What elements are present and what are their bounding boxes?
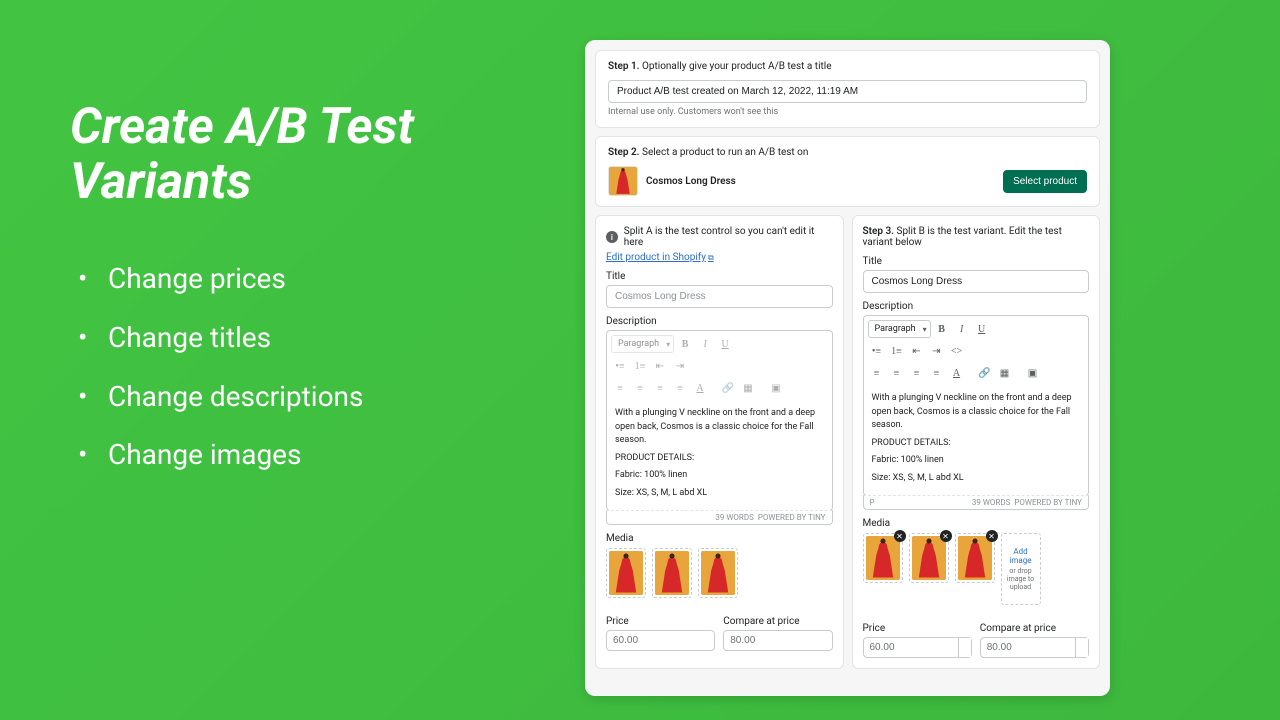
media-thumbnail[interactable]: ✕ — [909, 533, 949, 583]
step3-label: Step 3. — [863, 226, 895, 237]
promo-heading: Create A/B Test Variants — [70, 100, 550, 210]
align-justify-icon[interactable]: ≡ — [928, 364, 946, 382]
link-icon[interactable]: 🔗 — [976, 364, 994, 382]
app-panel: Step 1. Optionally give your product A/B… — [585, 40, 1110, 696]
price-label: Price — [606, 616, 715, 627]
bold-icon[interactable]: B — [933, 320, 951, 338]
align-left-icon[interactable]: ≡ — [868, 364, 886, 382]
align-left-icon: ≡ — [611, 379, 629, 397]
compare-price-label: Compare at price — [723, 616, 832, 627]
align-center-icon: ≡ — [631, 379, 649, 397]
step2-label: Step 2. — [608, 147, 640, 158]
italic-icon[interactable]: I — [953, 320, 971, 338]
test-title-input[interactable] — [608, 80, 1087, 103]
description-label: Description — [863, 301, 1090, 312]
remove-image-icon[interactable]: ✕ — [986, 530, 998, 542]
media-thumbnail — [698, 548, 738, 598]
title-label: Title — [606, 271, 833, 282]
step1-hint: Internal use only. Customers won't see t… — [608, 107, 1087, 117]
select-product-button[interactable]: Select product — [1003, 170, 1087, 193]
product-name: Cosmos Long Dress — [646, 176, 736, 187]
table-icon[interactable]: ▦ — [996, 364, 1014, 382]
split-b-toolbar: Paragraph B I U •≡ 1≡ ⇤ ⇥ <> ≡ ≡ ≡ ≡ A — [863, 315, 1090, 386]
bullet-list-icon: •≡ — [611, 357, 629, 375]
step1-card: Step 1. Optionally give your product A/B… — [595, 50, 1100, 128]
media-thumbnail — [606, 548, 646, 598]
align-right-icon[interactable]: ≡ — [908, 364, 926, 382]
number-list-icon: 1≡ — [631, 357, 649, 375]
split-b-price-input[interactable] — [863, 637, 972, 658]
step1-text: Optionally give your product A/B test a … — [642, 61, 832, 72]
info-icon: i — [606, 231, 618, 243]
split-a-title-input — [606, 285, 833, 308]
split-b-column: Step 3. Split B is the test variant. Edi… — [852, 215, 1101, 669]
promo-bullet: Change images — [70, 426, 550, 485]
split-a-editor: With a plunging V neckline on the front … — [606, 401, 833, 511]
description-label: Description — [606, 316, 833, 327]
code-icon[interactable]: <> — [948, 342, 966, 360]
text-color-icon: A — [691, 379, 709, 397]
italic-icon: I — [696, 335, 714, 353]
step2-text: Select a product to run an A/B test on — [642, 147, 808, 158]
add-image-button[interactable]: Add image or drop image to upload — [1001, 533, 1041, 605]
indent-icon: ⇥ — [671, 357, 689, 375]
paragraph-select[interactable]: Paragraph — [868, 320, 931, 338]
split-a-toolbar: Paragraph B I U •≡ 1≡ ⇤ ⇥ ≡ ≡ ≡ ≡ A 🔗 — [606, 330, 833, 401]
bullet-list-icon[interactable]: •≡ — [868, 342, 886, 360]
align-center-icon[interactable]: ≡ — [888, 364, 906, 382]
product-thumbnail — [608, 166, 638, 196]
promo-panel: Create A/B Test Variants Change prices C… — [70, 100, 550, 485]
step2-card: Step 2. Select a product to run an A/B t… — [595, 136, 1100, 207]
split-a-info: Split A is the test control so you can't… — [624, 226, 833, 248]
bold-icon: B — [676, 335, 694, 353]
media-label: Media — [863, 518, 1090, 529]
align-justify-icon: ≡ — [671, 379, 689, 397]
compare-price-label: Compare at price — [980, 623, 1089, 634]
image-icon[interactable]: ▣ — [1024, 364, 1042, 382]
split-b-compare-input[interactable] — [980, 637, 1089, 658]
outdent-icon: ⇤ — [651, 357, 669, 375]
edit-in-shopify-link[interactable]: Edit product in Shopify⧉ — [606, 252, 714, 263]
split-b-title-input[interactable] — [863, 270, 1090, 293]
number-list-icon[interactable]: 1≡ — [888, 342, 906, 360]
media-thumbnail — [652, 548, 692, 598]
indent-icon[interactable]: ⇥ — [928, 342, 946, 360]
underline-icon: U — [716, 335, 734, 353]
align-right-icon: ≡ — [651, 379, 669, 397]
title-label: Title — [863, 256, 1090, 267]
external-link-icon: ⧉ — [708, 253, 714, 262]
outdent-icon[interactable]: ⇤ — [908, 342, 926, 360]
split-a-column: i Split A is the test control so you can… — [595, 215, 844, 669]
paragraph-select: Paragraph — [611, 335, 674, 353]
promo-bullet: Change prices — [70, 250, 550, 309]
media-thumbnail[interactable]: ✕ — [863, 533, 903, 583]
table-icon: ▦ — [739, 379, 757, 397]
split-a-compare-input — [723, 630, 832, 651]
split-b-editor[interactable]: With a plunging V neckline on the front … — [863, 386, 1090, 496]
promo-bullet: Change titles — [70, 309, 550, 368]
price-label: Price — [863, 623, 972, 634]
underline-icon[interactable]: U — [973, 320, 991, 338]
step1-label: Step 1. — [608, 61, 640, 72]
promo-bullet: Change descriptions — [70, 368, 550, 427]
remove-image-icon[interactable]: ✕ — [894, 530, 906, 542]
media-thumbnail[interactable]: ✕ — [955, 533, 995, 583]
image-icon: ▣ — [767, 379, 785, 397]
text-color-icon[interactable]: A — [948, 364, 966, 382]
media-label: Media — [606, 533, 833, 544]
split-a-price-input — [606, 630, 715, 651]
remove-image-icon[interactable]: ✕ — [940, 530, 952, 542]
link-icon: 🔗 — [719, 379, 737, 397]
